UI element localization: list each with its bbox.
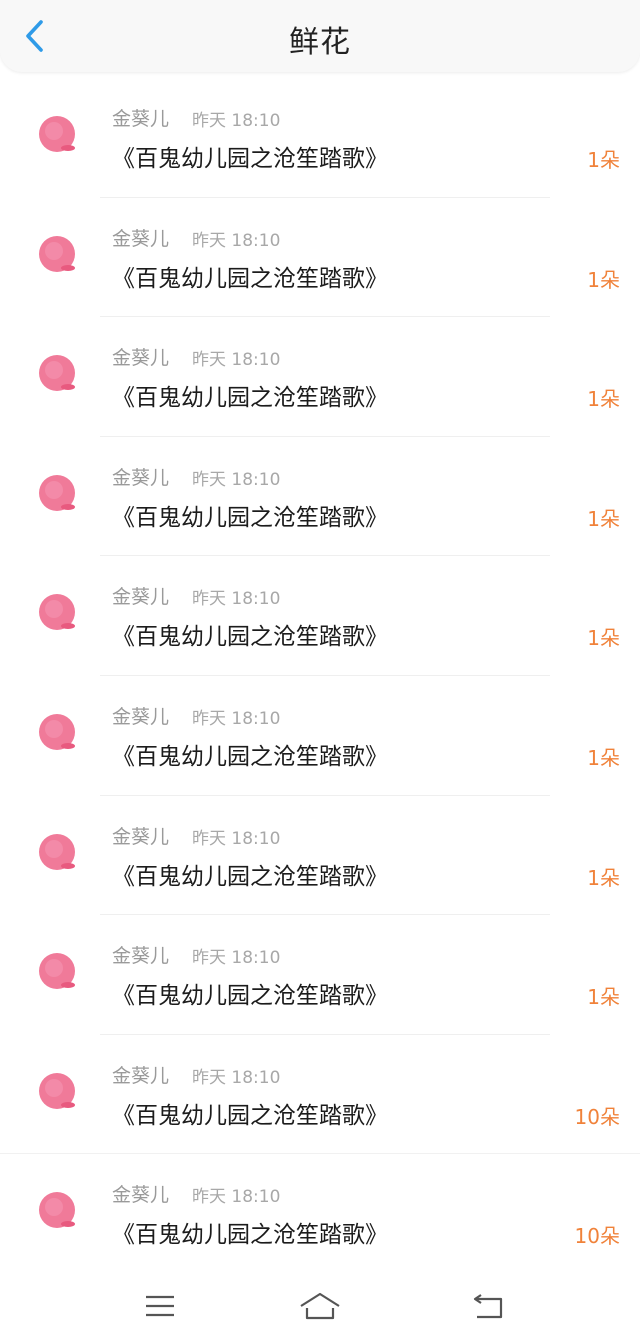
work-title: 《百鬼幼儿园之沧笙踏歌》 — [112, 1222, 388, 1249]
list-item[interactable]: 金葵儿 昨天 18:10 《百鬼幼儿园之沧笙踏歌》 1朵 — [0, 78, 640, 198]
list-item[interactable]: 金葵儿 昨天 18:10 《百鬼幼儿园之沧笙踏歌》 10朵 — [0, 1154, 640, 1274]
sender-name: 金葵儿 — [112, 586, 170, 609]
timestamp: 昨天 18:10 — [192, 469, 281, 490]
timestamp: 昨天 18:10 — [192, 111, 281, 131]
sender-name: 金葵儿 — [112, 1184, 170, 1207]
timestamp: 昨天 18:10 — [192, 230, 281, 251]
pink-flower-avatar-icon — [39, 116, 75, 152]
menu-button[interactable] — [136, 1286, 184, 1326]
sender-name: 金葵儿 — [112, 227, 170, 250]
list-item[interactable]: 金葵儿 昨天 18:10 《百鬼幼儿园之沧笙踏歌》 1朵 — [0, 676, 640, 796]
home-icon — [300, 1292, 340, 1320]
list-item[interactable]: 金葵儿 昨天 18:10 《百鬼幼儿园之沧笙踏歌》 1朵 — [0, 796, 640, 916]
work-title: 《百鬼幼儿园之沧笙踏歌》 — [112, 385, 388, 412]
work-title: 《百鬼幼儿园之沧笙踏歌》 — [112, 863, 388, 890]
pink-flower-avatar-icon — [39, 235, 75, 272]
list-item[interactable]: 金葵儿 昨天 18:10 《百鬼幼儿园之沧笙踏歌》 10朵 — [0, 1035, 640, 1155]
sender-name: 金葵儿 — [112, 108, 170, 130]
timestamp: 昨天 18:10 — [192, 1067, 281, 1088]
sender-name: 金葵儿 — [112, 945, 170, 968]
sender-name: 金葵儿 — [112, 347, 170, 370]
work-title: 《百鬼幼儿园之沧笙踏歌》 — [112, 743, 388, 770]
pink-flower-avatar-icon — [39, 594, 75, 631]
sender-name: 金葵儿 — [112, 705, 170, 728]
return-icon — [473, 1294, 503, 1319]
flower-count: 1朵 — [587, 387, 620, 412]
pink-flower-avatar-icon — [39, 833, 75, 870]
flower-count: 1朵 — [587, 865, 620, 890]
pink-flower-avatar-icon — [39, 355, 75, 392]
pink-flower-avatar-icon — [39, 474, 75, 511]
timestamp: 昨天 18:10 — [192, 1187, 281, 1208]
pink-flower-avatar-icon — [39, 1192, 75, 1229]
home-button[interactable] — [296, 1286, 344, 1326]
flower-list: 金葵儿 昨天 18:10 《百鬼幼儿园之沧笙踏歌》 1朵 金葵儿 昨天 18:1… — [0, 78, 640, 1274]
timestamp: 昨天 18:10 — [192, 350, 281, 371]
sender-name: 金葵儿 — [112, 825, 170, 848]
sender-name: 金葵儿 — [112, 1064, 170, 1087]
back-nav-button[interactable] — [464, 1286, 512, 1326]
menu-lines-icon — [146, 1295, 174, 1317]
timestamp: 昨天 18:10 — [192, 948, 281, 969]
header-bar: 鲜花 — [0, 0, 640, 72]
pink-flower-avatar-icon — [39, 1072, 75, 1109]
list-item[interactable]: 金葵儿 昨天 18:10 《百鬼幼儿园之沧笙踏歌》 1朵 — [0, 915, 640, 1035]
flower-count: 1朵 — [587, 745, 620, 770]
flower-count: 1朵 — [587, 506, 620, 531]
system-nav-bar — [0, 1268, 640, 1344]
flower-count: 1朵 — [587, 148, 620, 172]
work-title: 《百鬼幼儿园之沧笙踏歌》 — [112, 624, 388, 651]
work-title: 《百鬼幼儿园之沧笙踏歌》 — [112, 146, 388, 172]
flower-list-screen: 鲜花 金葵儿 昨天 18:10 《百鬼幼儿园之沧笙踏歌》 1朵 金葵儿 昨天 1… — [0, 0, 640, 1344]
pink-flower-avatar-icon — [39, 713, 75, 750]
list-item[interactable]: 金葵儿 昨天 18:10 《百鬼幼儿园之沧笙踏歌》 1朵 — [0, 198, 640, 318]
list-item[interactable]: 金葵儿 昨天 18:10 《百鬼幼儿园之沧笙踏歌》 1朵 — [0, 317, 640, 437]
work-title: 《百鬼幼儿园之沧笙踏歌》 — [112, 265, 388, 292]
list-item[interactable]: 金葵儿 昨天 18:10 《百鬼幼儿园之沧笙踏歌》 1朵 — [0, 437, 640, 557]
flower-count: 1朵 — [587, 626, 620, 651]
sender-name: 金葵儿 — [112, 466, 170, 489]
flower-count: 1朵 — [587, 267, 620, 292]
flower-count: 10朵 — [574, 1104, 620, 1129]
page-title: 鲜花 — [289, 25, 351, 60]
list-item[interactable]: 金葵儿 昨天 18:10 《百鬼幼儿园之沧笙踏歌》 1朵 — [0, 556, 640, 676]
pink-flower-avatar-icon — [39, 953, 75, 990]
flower-count: 1朵 — [587, 985, 620, 1010]
timestamp: 昨天 18:10 — [192, 589, 281, 610]
work-title: 《百鬼幼儿园之沧笙踏歌》 — [112, 983, 388, 1010]
timestamp: 昨天 18:10 — [192, 828, 281, 849]
work-title: 《百鬼幼儿园之沧笙踏歌》 — [112, 504, 388, 531]
flower-count: 10朵 — [574, 1224, 620, 1249]
timestamp: 昨天 18:10 — [192, 708, 281, 729]
work-title: 《百鬼幼儿园之沧笙踏歌》 — [112, 1102, 388, 1129]
